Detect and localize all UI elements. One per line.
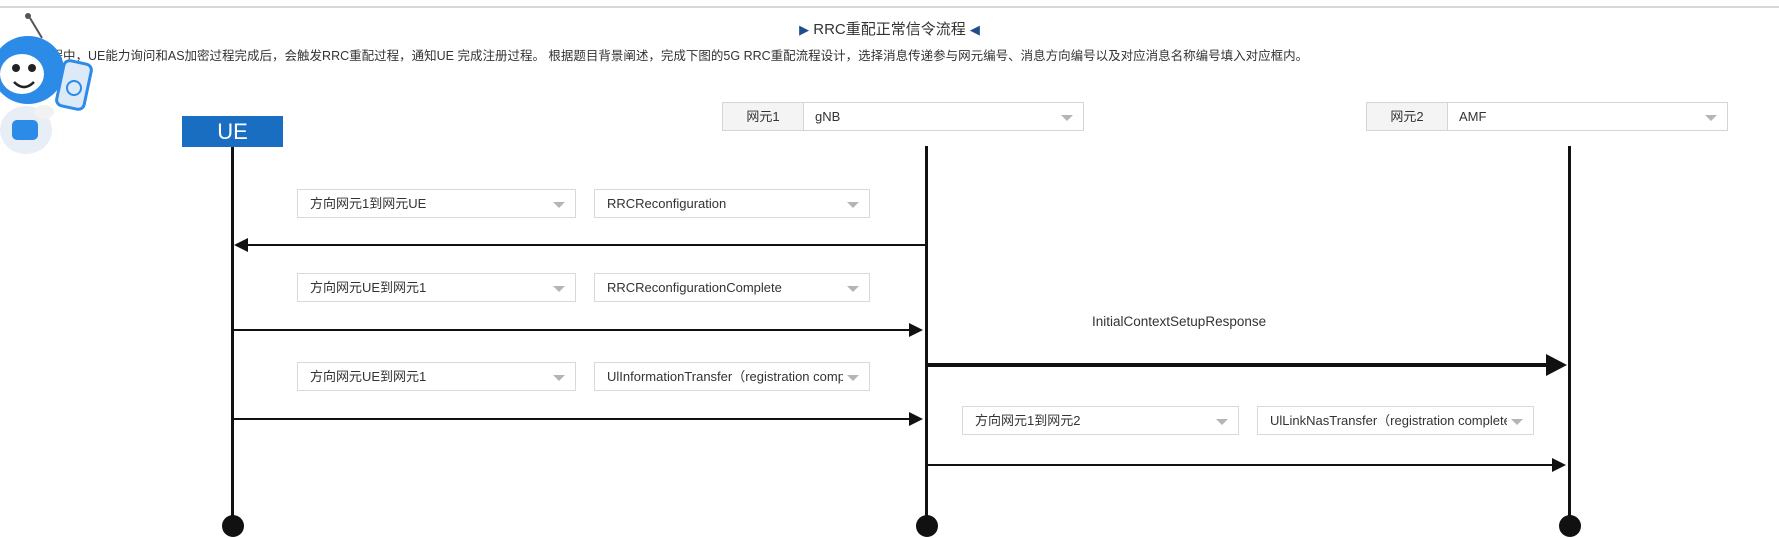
message-arrows — [234, 238, 1567, 472]
